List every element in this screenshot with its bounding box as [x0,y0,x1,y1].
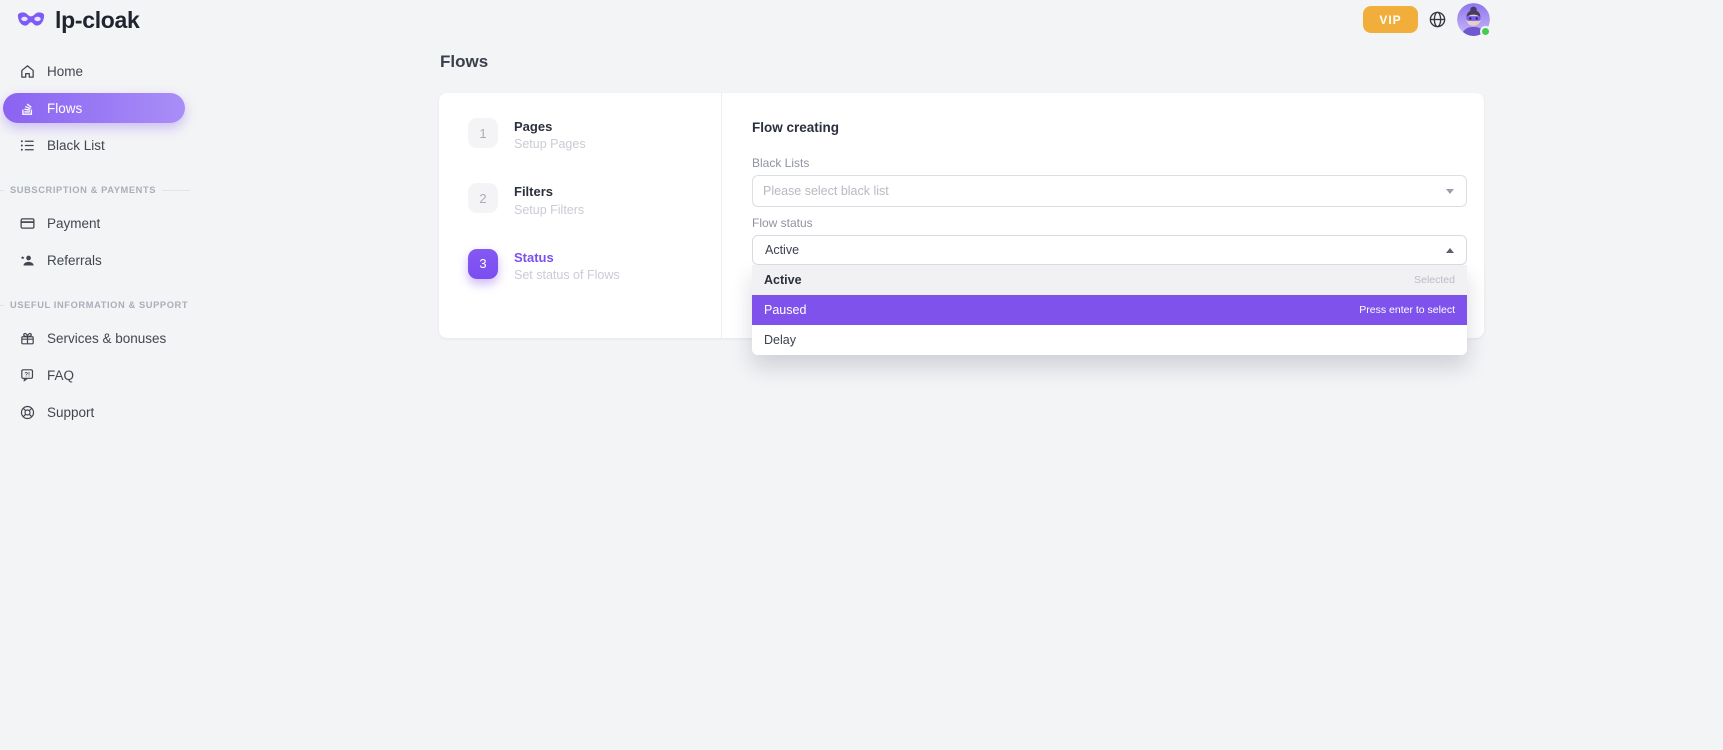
sidebar-item-label: Flows [47,101,82,116]
online-status-dot [1480,26,1491,37]
app-logo[interactable]: lp-cloak [16,7,140,34]
sidebar-item-black-list[interactable]: Black List [0,130,210,160]
sidebar-item-home[interactable]: Home [0,56,210,86]
option-label: Delay [764,333,796,347]
sidebar-item-support[interactable]: Support [0,397,210,427]
sidebar-item-label: Payment [47,216,100,231]
sidebar: lp-cloak Home Flows Black List SUBSCRIPT… [0,0,210,750]
sidebar-item-label: Home [47,64,83,79]
sidebar-nav: Home Flows Black List SUBSCRIPTION & PAY… [0,56,210,434]
flow-status-label: Flow status [752,216,1467,230]
option-label: Paused [764,303,806,317]
step-subtitle: Setup Filters [514,203,584,217]
sidebar-item-payment[interactable]: Payment [0,208,210,238]
flow-wizard-card: 1 Pages Setup Pages 2 Filters Setup Filt… [439,93,1484,338]
panel-title: Flow creating [752,120,1467,135]
svg-text:?!: ?! [24,372,30,378]
sidebar-item-faq[interactable]: ?! FAQ [0,360,210,390]
option-hint: Press enter to select [1359,304,1455,316]
step-number-badge: 1 [468,118,498,148]
faq-bubble-icon: ?! [19,367,36,384]
vip-button[interactable]: VIP [1363,6,1418,33]
flow-status-value: Active [765,243,799,257]
gift-icon [19,330,36,347]
black-lists-select[interactable] [752,175,1467,207]
step-title: Pages [514,119,586,135]
option-label: Active [764,273,802,287]
section-useful-information: USEFUL INFORMATION & SUPPORT [0,299,190,311]
language-globe-icon[interactable] [1428,10,1447,29]
step-status[interactable]: 3 Status Set status of Flows [468,249,721,282]
app-name: lp-cloak [55,7,140,34]
step-subtitle: Setup Pages [514,137,586,151]
sidebar-item-flows[interactable]: Flows [3,93,185,123]
section-subscription-payments: SUBSCRIPTION & PAYMENTS [0,184,190,196]
flow-status-dropdown: Active Selected Paused Press enter to se… [752,265,1467,355]
option-hint: Selected [1414,274,1455,286]
step-number-badge: 2 [468,183,498,213]
chevron-up-icon [1446,248,1454,253]
wizard-steps-panel: 1 Pages Setup Pages 2 Filters Setup Filt… [439,93,722,338]
list-icon [19,137,36,154]
option-paused[interactable]: Paused Press enter to select [752,295,1467,325]
step-pages[interactable]: 1 Pages Setup Pages [468,118,721,151]
section-title: SUBSCRIPTION & PAYMENTS [10,185,156,195]
user-avatar[interactable] [1457,3,1490,36]
black-lists-input[interactable] [763,184,1446,198]
step-title: Status [514,250,620,266]
sidebar-item-label: Referrals [47,253,102,268]
credit-card-icon [19,215,36,232]
sidebar-item-label: Services & bonuses [47,331,166,346]
main-content: Flows 1 Pages Setup Pages 2 Filters Setu… [439,52,1484,338]
chevron-down-icon [1446,189,1454,194]
referral-user-icon [19,252,36,269]
step-number-badge: 3 [468,249,498,279]
mask-logo-icon [16,11,46,31]
topbar-right: VIP [1363,3,1490,36]
flow-status-select[interactable]: Active [752,235,1467,265]
option-delay[interactable]: Delay [752,325,1467,355]
flow-status-select-wrap: Active Active Selected Paused Press ente… [752,235,1467,265]
flows-stack-icon [19,100,36,117]
lifebuoy-icon [19,404,36,421]
page-title: Flows [440,52,1484,72]
step-filters[interactable]: 2 Filters Setup Filters [468,183,721,216]
sidebar-item-label: FAQ [47,368,74,383]
option-active[interactable]: Active Selected [752,265,1467,295]
sidebar-item-label: Support [47,405,94,420]
home-icon [19,63,36,80]
step-subtitle: Set status of Flows [514,268,620,282]
sidebar-item-referrals[interactable]: Referrals [0,245,210,275]
flow-creating-panel: Flow creating Black Lists Flow status Ac… [722,93,1484,338]
black-lists-label: Black Lists [752,156,1467,170]
step-title: Filters [514,184,584,200]
sidebar-item-label: Black List [47,138,105,153]
sidebar-item-services-bonuses[interactable]: Services & bonuses [0,323,210,353]
section-title: USEFUL INFORMATION & SUPPORT [10,300,188,310]
